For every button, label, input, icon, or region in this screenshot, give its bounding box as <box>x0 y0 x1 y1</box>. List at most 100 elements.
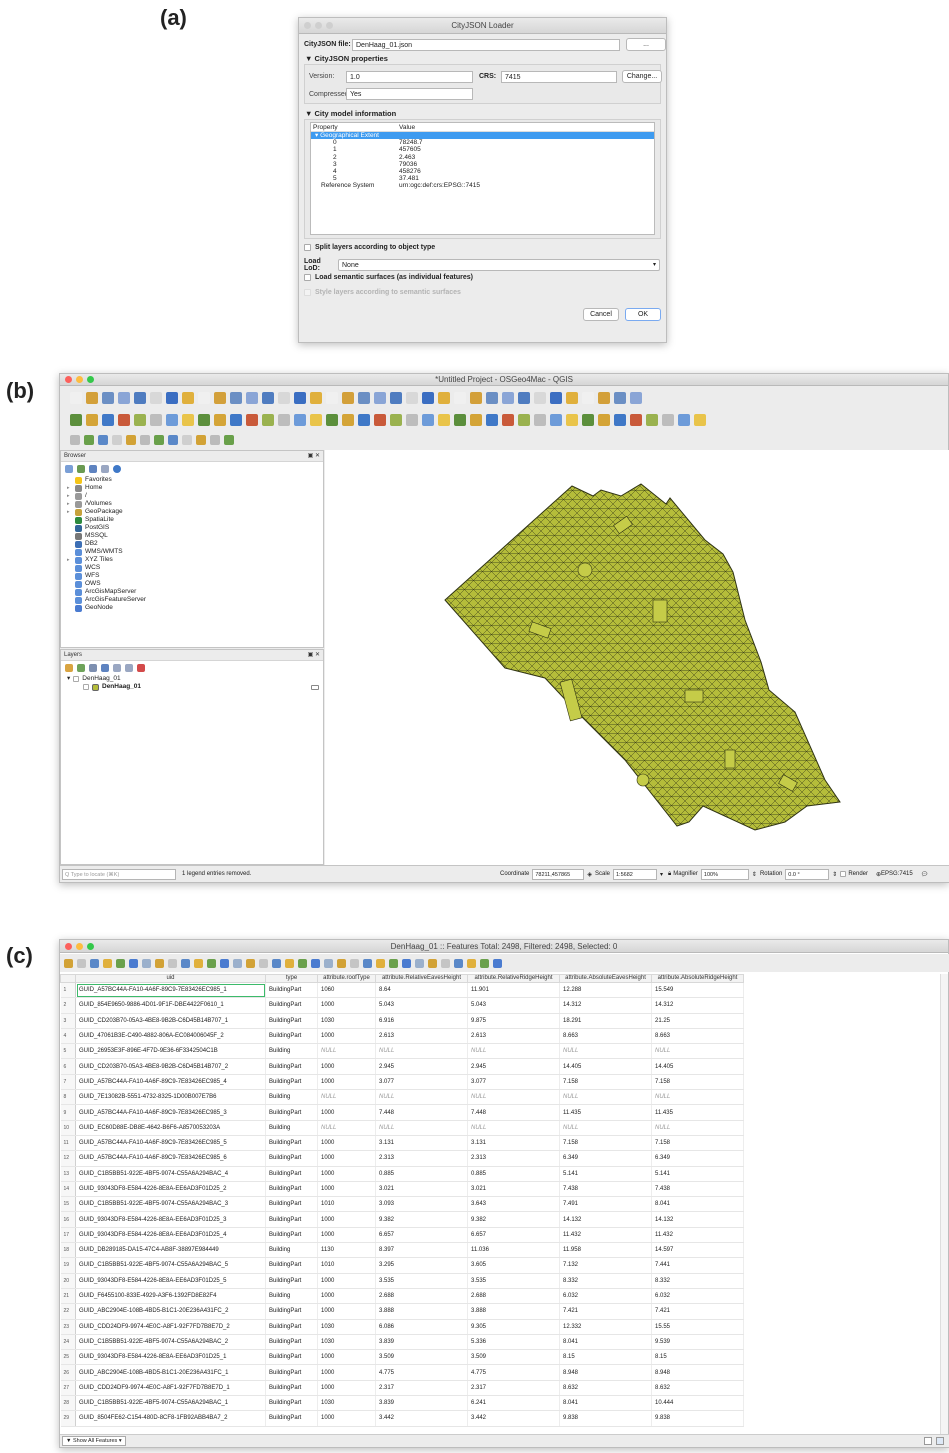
table-cell[interactable]: 1000 <box>317 1058 376 1075</box>
table-cell[interactable]: BuildingPart <box>265 1013 318 1029</box>
expand-arrow-icon[interactable]: ▸ <box>67 484 75 492</box>
browser-item[interactable]: WMS/WMTS <box>61 548 323 556</box>
table-cell[interactable]: GUID_93043DF8-E584-4226-8E8A-EE6AD3F01D2… <box>75 1181 266 1198</box>
table-cell[interactable]: Building <box>265 1043 318 1060</box>
toolbar-tool-icon[interactable] <box>278 414 290 426</box>
expand-arrow-icon[interactable]: ▸ <box>67 556 75 564</box>
table-cell[interactable]: 7.158 <box>651 1074 744 1091</box>
toolbar-tool-icon[interactable] <box>294 414 306 426</box>
row-number[interactable]: 13 <box>60 1166 76 1182</box>
table-cell[interactable]: 7.491 <box>559 1196 652 1213</box>
toolbar-tool-icon[interactable] <box>90 958 99 968</box>
semantic-surfaces-checkbox[interactable] <box>304 274 311 281</box>
table-cell[interactable]: 1030 <box>317 1013 376 1029</box>
table-cell[interactable]: 11.432 <box>559 1227 652 1244</box>
table-cell[interactable]: GUID_C1B5BB51-922E-4BF5-9074-C55A6A294BA… <box>75 1196 266 1213</box>
add-group-icon[interactable] <box>77 664 85 672</box>
table-cell[interactable]: 9.305 <box>467 1319 560 1335</box>
table-cell[interactable]: BuildingPart <box>265 1181 318 1198</box>
toolbar-tool-icon[interactable] <box>298 958 307 968</box>
table-cell[interactable]: 6.657 <box>375 1227 468 1244</box>
table-cell[interactable]: 7.158 <box>651 1135 744 1152</box>
table-cell[interactable]: BuildingPart <box>265 1395 318 1412</box>
toolbar-tool-icon[interactable] <box>285 958 294 968</box>
table-cell[interactable]: 6.241 <box>467 1395 560 1412</box>
toolbar-tool-icon[interactable] <box>415 958 424 968</box>
toolbar-tool-icon[interactable] <box>614 392 626 404</box>
split-layers-checkbox[interactable] <box>304 244 311 251</box>
table-cell[interactable]: 4.775 <box>467 1364 560 1381</box>
table-cell[interactable]: 14.312 <box>651 997 744 1014</box>
toolbar-tool-icon[interactable] <box>246 392 258 404</box>
table-cell[interactable]: 1060 <box>317 982 376 999</box>
table-cell[interactable]: 1000 <box>317 1303 376 1320</box>
browser-item[interactable]: OWS <box>61 580 323 588</box>
scale-dropdown-icon[interactable]: ▾ <box>660 871 663 878</box>
table-cell[interactable]: 1010 <box>317 1257 376 1274</box>
table-row[interactable]: 29 GUID_8504FE62-C154-480D-8CF8-1FB92ABB4… <box>60 1410 744 1427</box>
column-header[interactable]: attribute.RelativeEavesHeight <box>375 974 468 983</box>
table-cell[interactable]: 8.041 <box>559 1395 652 1412</box>
table-row[interactable]: 5 GUID_26953E3F-896E-4F7D-9E36-6F3342504C… <box>60 1043 744 1060</box>
table-row[interactable]: 7 GUID_A57BC44A-FA10-4A6F-89C9-7E83426EC9… <box>60 1074 744 1091</box>
table-cell[interactable]: GUID_8504FE62-C154-480D-8CF8-1FB92ABB4BA… <box>75 1410 266 1427</box>
table-cell[interactable]: NULL <box>651 1120 744 1136</box>
table-cell[interactable]: 1000 <box>317 1074 376 1091</box>
refresh-icon[interactable] <box>77 465 85 473</box>
toolbar-tool-icon[interactable] <box>198 414 210 426</box>
table-cell[interactable]: 10.444 <box>651 1395 744 1412</box>
toolbar-tool-icon[interactable] <box>278 392 290 404</box>
row-number[interactable]: 27 <box>60 1380 76 1397</box>
table-view-icon[interactable] <box>924 1437 932 1445</box>
row-number[interactable]: 25 <box>60 1349 76 1366</box>
table-cell[interactable]: GUID_EC60D88E-DB8E-4642-B6F6-A8570053203… <box>75 1120 266 1136</box>
toolbar-tool-icon[interactable] <box>337 958 346 968</box>
table-row[interactable]: 10 GUID_EC60D88E-DB8E-4642-B6F6-A85700532… <box>60 1120 744 1136</box>
toolbar-tool-icon[interactable] <box>342 392 354 404</box>
toolbar-tool-icon[interactable] <box>168 958 177 968</box>
toolbar-tool-icon[interactable] <box>311 958 320 968</box>
table-cell[interactable]: NULL <box>651 1089 744 1106</box>
row-number[interactable]: 1 <box>60 982 76 999</box>
table-cell[interactable]: BuildingPart <box>265 1196 318 1213</box>
filter-icon[interactable] <box>101 664 109 672</box>
browser-tree[interactable]: Favorites ▸ Home ▸ / ▸/Volumes ▸ GeoPackage Spat… <box>61 476 323 612</box>
table-cell[interactable]: 1030 <box>317 1319 376 1335</box>
value-column-header[interactable]: Value <box>399 123 415 131</box>
table-cell[interactable]: 2.317 <box>467 1380 560 1397</box>
table-cell[interactable]: GUID_C1B5BB51-922E-4BF5-9074-C55A6A294BA… <box>75 1166 266 1182</box>
row-number[interactable]: 29 <box>60 1410 76 1427</box>
layer-group-row[interactable]: ▾ DenHaag_01 <box>61 675 323 683</box>
table-cell[interactable]: NULL <box>375 1120 468 1136</box>
table-cell[interactable]: BuildingPart <box>265 982 318 999</box>
table-cell[interactable]: 7.448 <box>375 1104 468 1121</box>
table-row[interactable]: 23 GUID_CDD24DF9-9974-4E0C-A8F1-92F7FD7B8… <box>60 1319 744 1335</box>
table-row[interactable]: 8 GUID_7E13082B-5551-4732-8325-1D00B007E7… <box>60 1089 744 1106</box>
table-cell[interactable]: 3.077 <box>467 1074 560 1091</box>
table-cell[interactable]: BuildingPart <box>265 1364 318 1381</box>
table-cell[interactable]: 1000 <box>317 1288 376 1305</box>
table-cell[interactable]: 1000 <box>317 1211 376 1228</box>
toolbar-tool-icon[interactable] <box>246 958 255 968</box>
table-cell[interactable]: NULL <box>467 1043 560 1060</box>
toolbar-tool-icon[interactable] <box>389 958 398 968</box>
table-row[interactable]: 13 GUID_C1B5BB51-922E-4BF5-9074-C55A6A294… <box>60 1166 744 1182</box>
browser-item[interactable]: ArcGisMapServer <box>61 588 323 596</box>
table-cell[interactable]: 3.093 <box>375 1196 468 1213</box>
table-cell[interactable]: NULL <box>467 1120 560 1136</box>
toolbar-tool-icon[interactable] <box>630 392 642 404</box>
table-row[interactable]: 2 GUID_854E9650-9886-4D01-9F1F-DBE4422F06… <box>60 997 744 1014</box>
browser-item[interactable]: WCS <box>61 564 323 572</box>
browser-item[interactable]: ▸ GeoPackage <box>61 508 323 516</box>
rotation-stepper[interactable]: ⇕ <box>832 871 837 878</box>
table-cell[interactable]: 1000 <box>317 1349 376 1366</box>
table-cell[interactable]: 6.032 <box>651 1288 744 1305</box>
file-path-input[interactable]: DenHaag_01.json <box>352 38 620 51</box>
table-cell[interactable]: 3.839 <box>375 1334 468 1351</box>
tree-row-extent-item[interactable]: 4 458276 <box>311 168 654 175</box>
toolbar-tool-icon[interactable] <box>155 958 164 968</box>
table-cell[interactable]: 14.312 <box>559 997 652 1014</box>
expand-arrow-icon[interactable]: ▸ <box>67 500 75 508</box>
browser-item[interactable]: GeoNode <box>61 604 323 612</box>
table-cell[interactable]: GUID_93043DF8-E584-4226-8E8A-EE6AD3F01D2… <box>75 1273 266 1289</box>
